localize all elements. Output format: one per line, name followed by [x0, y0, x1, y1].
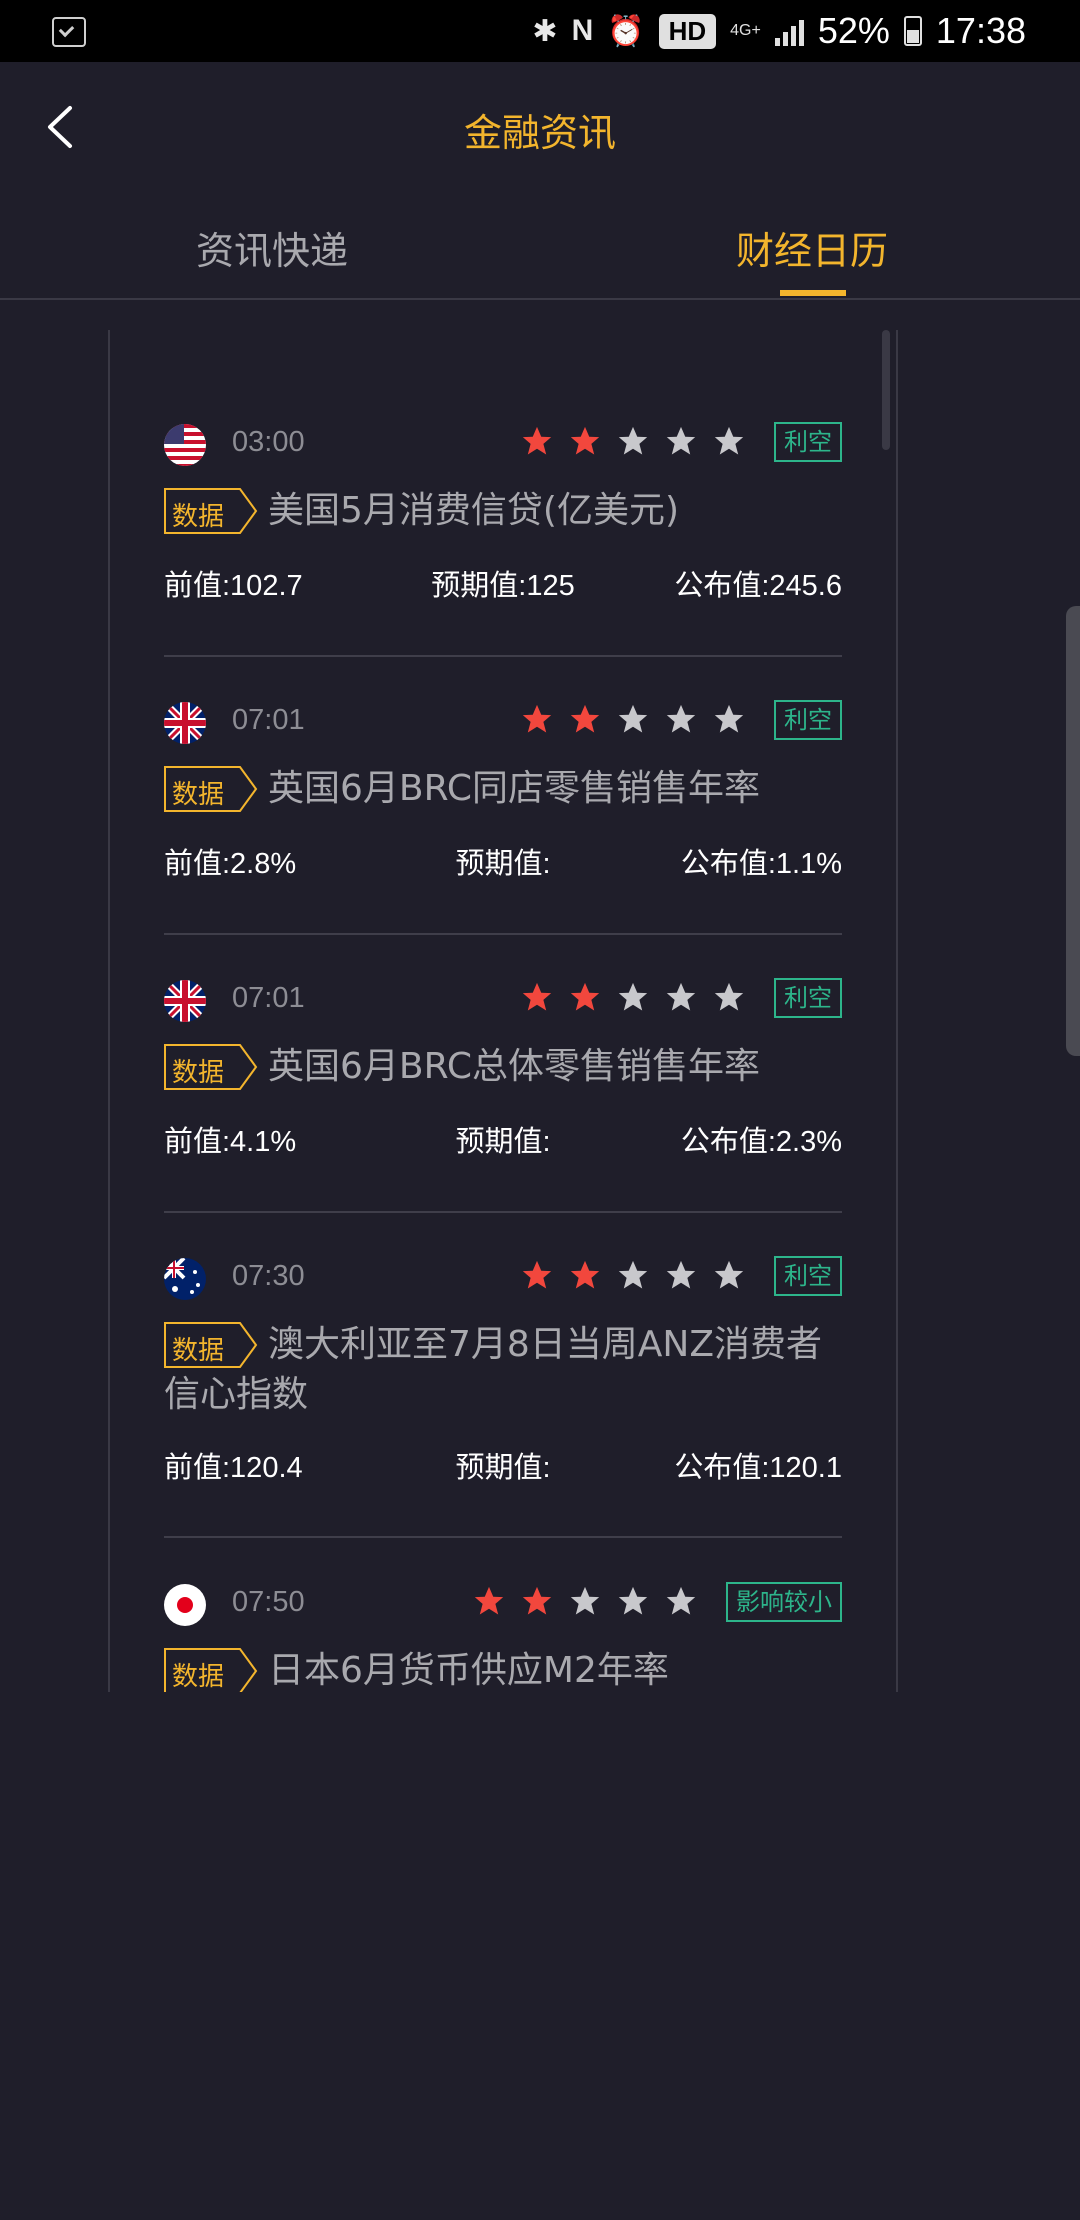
task-check-icon — [52, 17, 86, 47]
data-tag: 数据 — [164, 488, 258, 534]
calendar-event[interactable]: 03:00 利空 数据 美国5月消费信贷(亿美元) 前值:102.7 预期值:1… — [164, 416, 842, 602]
importance-stars — [472, 1584, 698, 1618]
event-time: 03:00 — [232, 426, 305, 458]
star-icon — [522, 1260, 552, 1289]
importance-stars — [520, 980, 746, 1014]
impact-badge: 利空 — [774, 700, 842, 740]
actual-value: 公布值:2.3% — [680, 1126, 842, 1158]
bluetooth-icon: ✱ — [532, 14, 558, 48]
network-type: 4G+ — [730, 22, 761, 39]
battery-icon — [903, 16, 922, 46]
hd-badge: HD — [658, 13, 717, 49]
star-icon — [666, 982, 696, 1011]
clock: 17:38 — [935, 10, 1026, 51]
nfc-icon: N — [571, 14, 594, 47]
us-flag-icon — [164, 424, 206, 466]
active-tab-indicator — [780, 290, 846, 296]
calendar-event[interactable]: 07:01 利空 数据 英国6月BRC总体零售销售年率 前值:4.1% 预期值:… — [164, 972, 842, 1158]
importance-stars — [520, 1258, 746, 1292]
event-time: 07:01 — [232, 982, 305, 1014]
data-tag: 数据 — [164, 1648, 258, 1692]
divider — [164, 1536, 842, 1538]
jp-flag-icon — [164, 1584, 206, 1626]
uk-flag-icon — [164, 702, 206, 744]
impact-badge: 影响较小 — [726, 1582, 842, 1622]
data-tag: 数据 — [164, 1044, 258, 1090]
star-icon — [666, 704, 696, 733]
star-icon — [714, 1260, 744, 1289]
divider — [164, 933, 842, 935]
star-icon — [714, 704, 744, 733]
star-icon — [714, 982, 744, 1011]
calendar-list: 03:00 利空 数据 美国5月消费信贷(亿美元) 前值:102.7 预期值:1… — [108, 330, 898, 1692]
star-icon — [618, 1260, 648, 1289]
event-time: 07:30 — [232, 1260, 305, 1292]
importance-stars — [520, 424, 746, 458]
star-icon — [522, 1586, 552, 1615]
data-tag: 数据 — [164, 1322, 258, 1368]
star-icon — [666, 1260, 696, 1289]
tab-financial-calendar[interactable]: 财经日历 — [736, 220, 888, 275]
star-icon — [570, 1260, 600, 1289]
edge-panel-handle[interactable] — [1066, 606, 1080, 1056]
battery-percent: 52% — [817, 10, 890, 51]
divider — [164, 655, 842, 657]
star-icon — [522, 426, 552, 455]
star-icon — [618, 426, 648, 455]
impact-badge: 利空 — [774, 1256, 842, 1296]
calendar-event[interactable]: 07:50 影响较小 数据 日本6月货币供应M2年率 — [164, 1576, 842, 1692]
impact-badge: 利空 — [774, 978, 842, 1018]
star-icon — [618, 704, 648, 733]
divider — [164, 1211, 842, 1213]
importance-stars — [520, 702, 746, 736]
star-icon — [570, 426, 600, 455]
uk-flag-icon — [164, 980, 206, 1022]
star-icon — [666, 426, 696, 455]
star-icon — [570, 982, 600, 1011]
status-bar: ✱ N ⏰ HD 4G+ 52% 17:38 — [0, 0, 1080, 62]
actual-value: 公布值:245.6 — [674, 570, 842, 602]
tab-news-express[interactable]: 资讯快递 — [196, 220, 348, 275]
star-icon — [474, 1586, 504, 1615]
event-time: 07:01 — [232, 704, 305, 736]
event-title: 日本6月货币供应M2年率 — [268, 1650, 669, 1691]
star-icon — [618, 982, 648, 1011]
status-icons: ✱ N ⏰ HD 4G+ 52% 17:38 — [532, 0, 1026, 62]
star-icon — [522, 704, 552, 733]
star-icon — [618, 1586, 648, 1615]
impact-badge: 利空 — [774, 422, 842, 462]
star-icon — [666, 1586, 696, 1615]
calendar-event[interactable]: 07:30 利空 数据 澳大利亚至7月8日当周ANZ消费者信心指数 前值:120… — [164, 1250, 842, 1484]
alarm-icon: ⏰ — [607, 14, 645, 48]
calendar-event[interactable]: 07:01 利空 数据 英国6月BRC同店零售销售年率 前值:2.8% 预期值:… — [164, 694, 842, 880]
actual-value: 公布值:120.1 — [674, 1452, 842, 1484]
star-icon — [570, 1586, 600, 1615]
star-icon — [714, 426, 744, 455]
star-icon — [570, 704, 600, 733]
app-header: 金融资讯 — [0, 62, 1080, 192]
event-time: 07:50 — [232, 1586, 305, 1618]
event-title: 英国6月BRC同店零售销售年率 — [268, 768, 760, 809]
event-title: 英国6月BRC总体零售销售年率 — [268, 1046, 760, 1087]
event-title: 美国5月消费信贷(亿美元) — [268, 490, 679, 531]
signal-icon — [774, 16, 804, 46]
au-flag-icon — [164, 1258, 206, 1300]
tab-bar: 资讯快递 财经日历 — [0, 192, 1080, 300]
page-title: 金融资讯 — [463, 111, 616, 155]
event-title: 澳大利亚至7月8日当周ANZ消费者信心指数 — [164, 1324, 823, 1415]
star-icon — [522, 982, 552, 1011]
actual-value: 公布值:1.1% — [680, 848, 842, 880]
data-tag: 数据 — [164, 766, 258, 812]
